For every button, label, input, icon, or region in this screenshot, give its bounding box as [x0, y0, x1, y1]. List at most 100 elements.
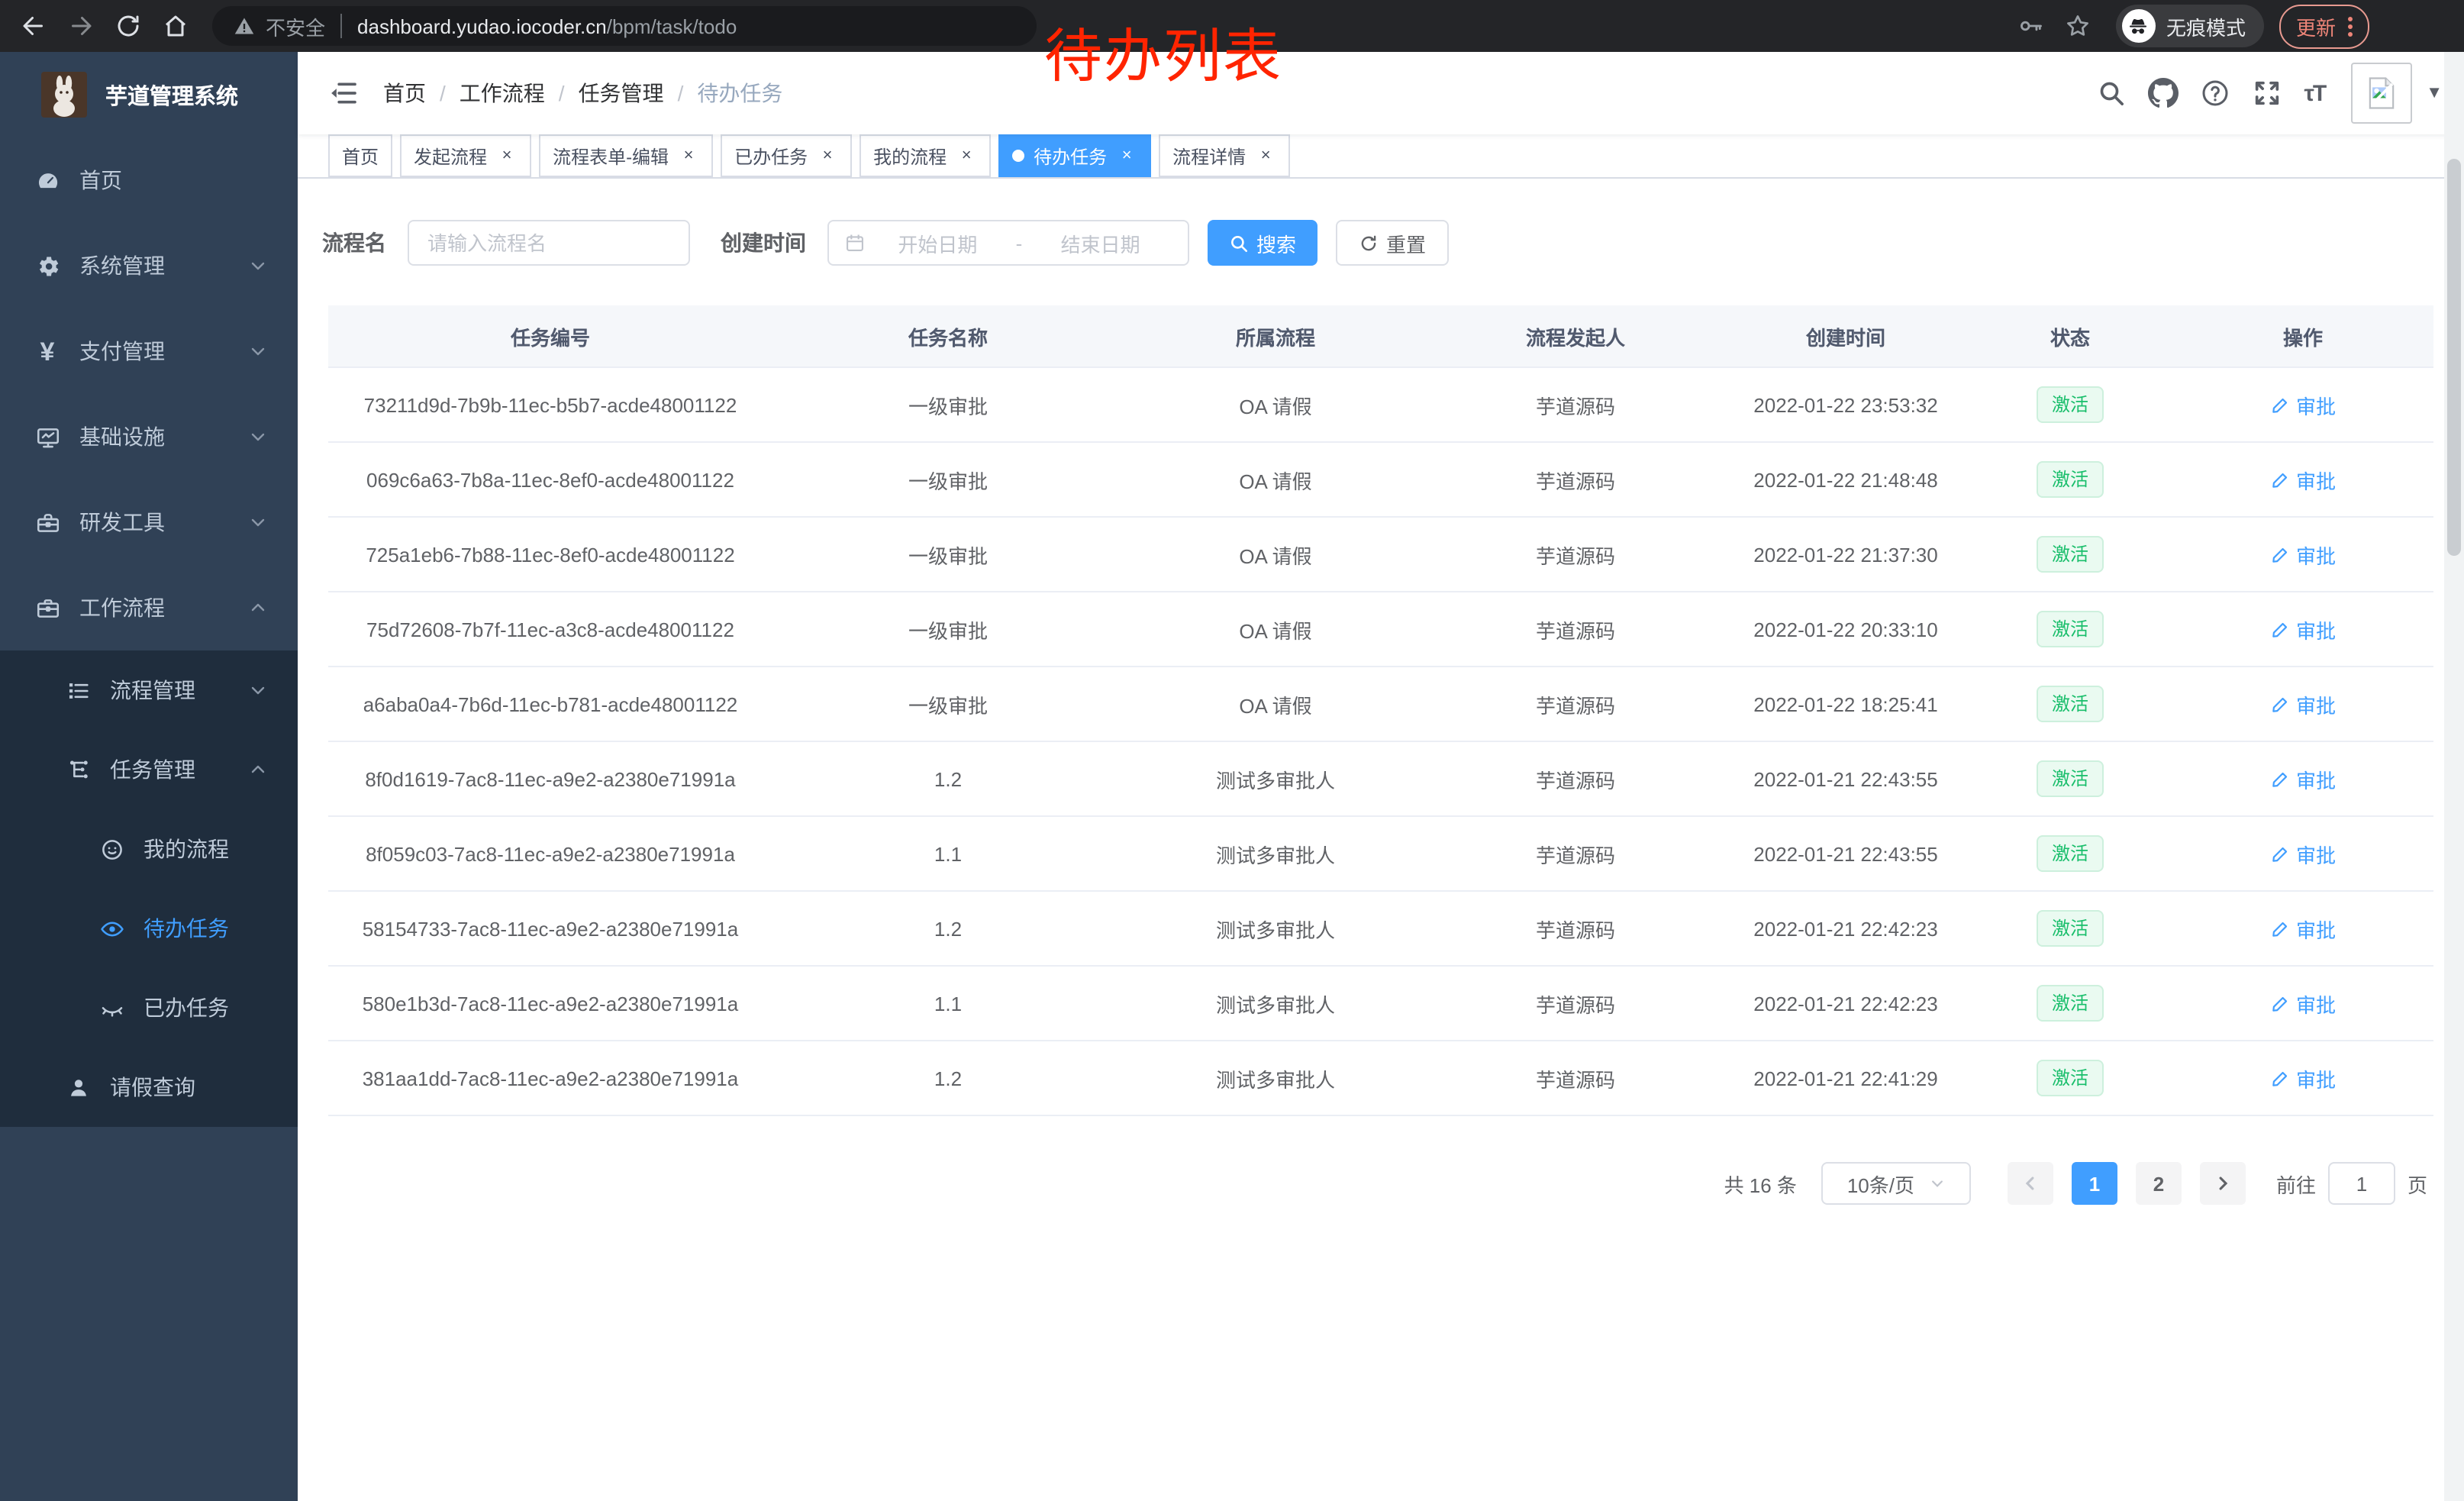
- tab-form-edit[interactable]: 流程表单-编辑×: [539, 134, 713, 177]
- fullscreen-icon[interactable]: [2253, 78, 2283, 108]
- cell-name: 1.2: [772, 1041, 1124, 1115]
- incognito-badge: 无痕模式: [2116, 5, 2264, 47]
- sidebar-item-task-manage[interactable]: 任务管理: [0, 730, 298, 809]
- approve-link[interactable]: 审批: [2270, 764, 2336, 793]
- security-label: 不安全: [266, 11, 325, 40]
- tab-close-icon[interactable]: ×: [1255, 145, 1276, 166]
- sidebar-item-leave-query[interactable]: 请假查询: [0, 1047, 298, 1127]
- avatar-caret-icon[interactable]: ▼: [2426, 84, 2443, 102]
- tab-close-icon[interactable]: ×: [1116, 145, 1137, 166]
- pencil-icon: [2270, 694, 2290, 714]
- tab-close-icon[interactable]: ×: [956, 145, 977, 166]
- url-path: /bpm/task/todo: [607, 15, 737, 37]
- reload-icon[interactable]: [114, 12, 142, 40]
- breadcrumb-home[interactable]: 首页: [383, 78, 426, 108]
- cell-created: 2022-01-21 22:41:29: [1724, 1041, 1968, 1115]
- sidebar-item-label: 基础设施: [79, 421, 165, 452]
- help-icon[interactable]: [2201, 78, 2231, 108]
- approve-link[interactable]: 审批: [2270, 989, 2336, 1018]
- eye-closed-icon: [98, 994, 125, 1022]
- app-logo-row[interactable]: 芋道管理系统: [0, 52, 298, 137]
- sidebar-item-workflow[interactable]: 工作流程: [0, 565, 298, 650]
- next-page-button[interactable]: [2200, 1162, 2246, 1205]
- goto-page-input[interactable]: [2328, 1162, 2395, 1205]
- sidebar-item-process-manage[interactable]: 流程管理: [0, 650, 298, 730]
- tab-todo-tasks[interactable]: 待办任务×: [998, 134, 1151, 177]
- home-icon[interactable]: [162, 12, 189, 40]
- approve-link[interactable]: 审批: [2270, 839, 2336, 868]
- approve-link[interactable]: 审批: [2270, 914, 2336, 943]
- annotation-text: 待办列表: [1044, 9, 1282, 93]
- status-badge: 激活: [2037, 611, 2104, 647]
- tab-home[interactable]: 首页: [328, 134, 392, 177]
- process-name-input[interactable]: [408, 220, 690, 266]
- breadcrumb-workflow[interactable]: 工作流程: [460, 78, 545, 108]
- scrollbar-thumb[interactable]: [2447, 159, 2461, 556]
- tab-close-icon[interactable]: ×: [496, 145, 518, 166]
- hamburger-icon[interactable]: [328, 78, 359, 108]
- forward-icon[interactable]: [67, 12, 95, 40]
- cell-created: 2022-01-21 22:43:55: [1724, 741, 1968, 816]
- status-badge: 激活: [2037, 835, 2104, 872]
- chrome-update-button[interactable]: 更新: [2279, 4, 2369, 48]
- pagination: 共 16 条 10条/页 12 前往 页: [298, 1162, 2427, 1205]
- address-bar[interactable]: 不安全 dashboard.yudao.iocoder.cn/bpm/task/…: [212, 6, 1037, 46]
- page-size-select[interactable]: 10条/页: [1821, 1162, 1971, 1205]
- sidebar-item-label: 待办任务: [144, 913, 229, 944]
- tab-done-tasks[interactable]: 已办任务×: [721, 134, 852, 177]
- cell-status: 激活: [1968, 367, 2172, 442]
- cell-id: 381aa1dd-7ac8-11ec-a9e2-a2380e71991a: [328, 1041, 772, 1115]
- approve-link[interactable]: 审批: [2270, 465, 2336, 494]
- tab-my-process[interactable]: 我的流程×: [859, 134, 991, 177]
- cell-process: OA 请假: [1124, 367, 1427, 442]
- prev-page-button[interactable]: [2008, 1162, 2053, 1205]
- page-button-1[interactable]: 1: [2072, 1162, 2117, 1205]
- tab-close-icon[interactable]: ×: [678, 145, 699, 166]
- sidebar-item-my-process[interactable]: 我的流程: [0, 809, 298, 889]
- chevron-down-icon: [249, 257, 267, 275]
- pencil-icon: [2270, 769, 2290, 789]
- key-icon[interactable]: [2017, 12, 2044, 40]
- breadcrumb-task-manage[interactable]: 任务管理: [579, 78, 664, 108]
- sidebar-item-todo-tasks[interactable]: 待办任务: [0, 889, 298, 968]
- approve-link[interactable]: 审批: [2270, 1064, 2336, 1093]
- search-icon[interactable]: [2097, 78, 2127, 108]
- create-time-label: 创建时间: [721, 228, 806, 258]
- task-table-wrap: 任务编号任务名称所属流程流程发起人创建时间状态操作 73211d9d-7b9b-…: [328, 305, 2433, 1116]
- status-badge: 激活: [2037, 461, 2104, 498]
- avatar[interactable]: [2351, 63, 2412, 124]
- cell-name: 一级审批: [772, 517, 1124, 592]
- not-secure-warning-icon[interactable]: [234, 15, 255, 37]
- approve-link[interactable]: 审批: [2270, 390, 2336, 419]
- chevron-up-icon: [249, 760, 267, 779]
- sidebar-item-system[interactable]: 系统管理: [0, 223, 298, 308]
- tab-process-detail[interactable]: 流程详情×: [1159, 134, 1290, 177]
- approve-link[interactable]: 审批: [2270, 689, 2336, 718]
- font-size-icon[interactable]: τT: [2304, 80, 2326, 106]
- cell-process: OA 请假: [1124, 517, 1427, 592]
- approve-link[interactable]: 审批: [2270, 540, 2336, 569]
- tab-start-process[interactable]: 发起流程×: [400, 134, 531, 177]
- sidebar-item-home[interactable]: 首页: [0, 137, 298, 223]
- search-button[interactable]: 搜索: [1208, 220, 1317, 266]
- app-logo: [41, 72, 87, 118]
- sidebar-item-label: 首页: [79, 165, 122, 195]
- page-button-2[interactable]: 2: [2136, 1162, 2182, 1205]
- approve-link[interactable]: 审批: [2270, 615, 2336, 644]
- cell-created: 2022-01-22 21:48:48: [1724, 442, 1968, 517]
- sidebar-item-done-tasks[interactable]: 已办任务: [0, 968, 298, 1047]
- cell-starter: 芋道源码: [1427, 1041, 1724, 1115]
- task-table: 任务编号任务名称所属流程流程发起人创建时间状态操作 73211d9d-7b9b-…: [328, 305, 2433, 1116]
- sidebar-item-payment[interactable]: ¥支付管理: [0, 308, 298, 394]
- chrome-menu-icon[interactable]: [2348, 16, 2353, 36]
- cell-process: OA 请假: [1124, 592, 1427, 667]
- sidebar-item-infra[interactable]: 基础设施: [0, 394, 298, 479]
- scrollbar[interactable]: [2444, 52, 2464, 1501]
- date-range-picker[interactable]: 开始日期 - 结束日期: [827, 220, 1189, 266]
- github-icon[interactable]: [2149, 78, 2179, 108]
- tab-close-icon[interactable]: ×: [817, 145, 838, 166]
- reset-button[interactable]: 重置: [1336, 220, 1449, 266]
- sidebar-item-devtools[interactable]: 研发工具: [0, 479, 298, 565]
- back-icon[interactable]: [20, 12, 47, 40]
- bookmark-star-icon[interactable]: [2064, 12, 2091, 40]
